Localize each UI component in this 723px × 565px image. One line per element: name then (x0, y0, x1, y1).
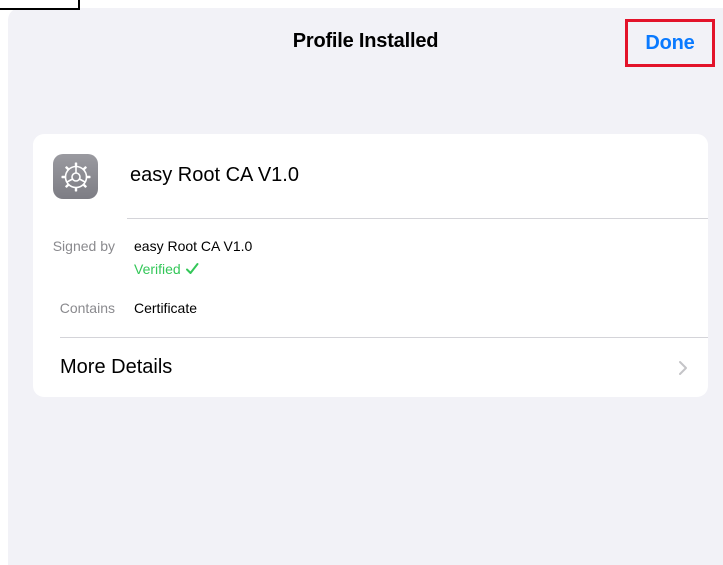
done-button[interactable]: Done (625, 19, 715, 67)
chevron-right-icon (679, 361, 687, 375)
signed-by-label: Signed by (52, 238, 115, 254)
verified-status: Verified (134, 261, 199, 277)
more-details-label: More Details (60, 356, 173, 378)
page-title: Profile Installed (292, 30, 439, 52)
verified-label: Verified (134, 261, 181, 277)
signed-by-value: easy Root CA V1.0 (134, 238, 253, 254)
done-button-label: Done (645, 31, 695, 54)
contains-value: Certificate (134, 300, 198, 316)
settings-gear-icon (53, 154, 98, 199)
profile-name: easy Root CA V1.0 (130, 164, 299, 186)
corner-marker (0, 0, 80, 10)
profile-card: easy Root CA V1.0 Signed by easy Root CA… (33, 134, 708, 397)
divider (127, 218, 708, 219)
contains-label: Contains (59, 300, 115, 316)
navigation-bar: Profile Installed Done (8, 8, 723, 80)
more-details-row[interactable]: More Details (33, 338, 708, 397)
checkmark-icon (185, 263, 199, 274)
profile-header-row: easy Root CA V1.0 (33, 134, 708, 218)
profile-installed-sheet: Profile Installed Done easy Root CA V1.0… (8, 8, 723, 565)
